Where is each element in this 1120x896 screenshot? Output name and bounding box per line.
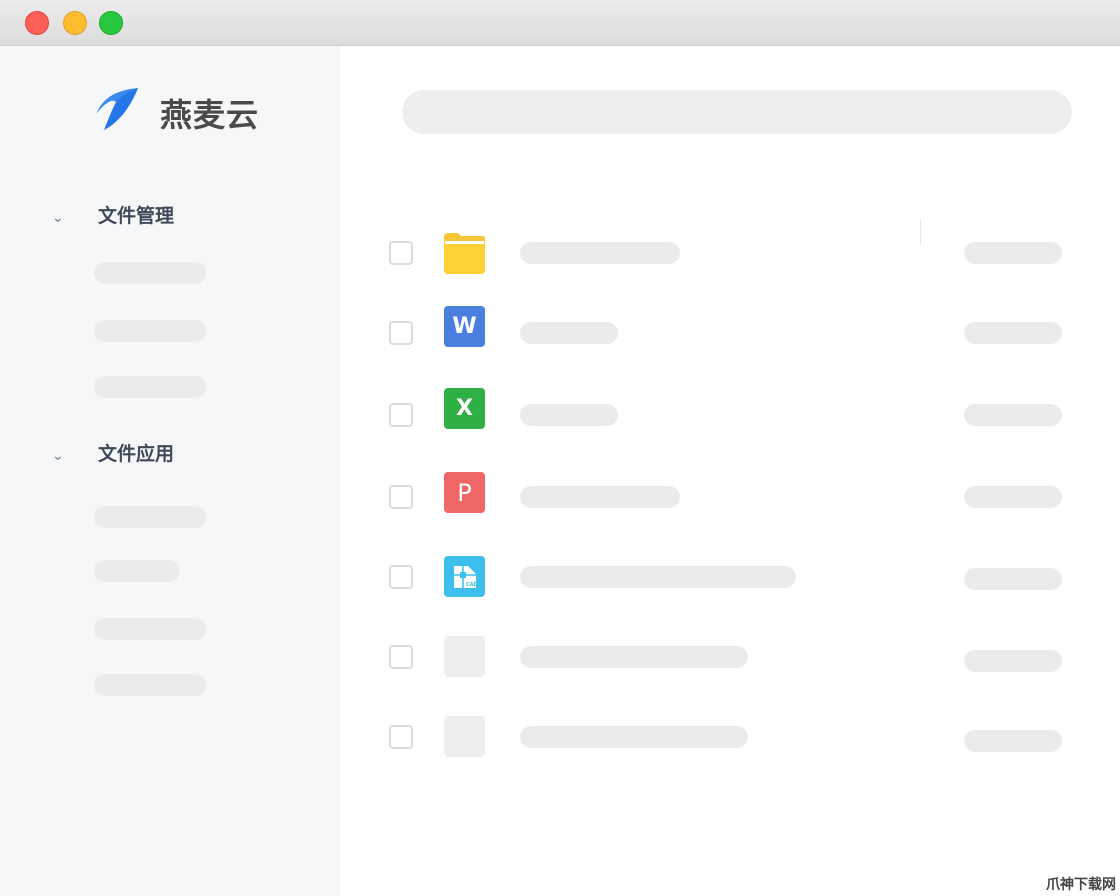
- file-row[interactable]: [388, 716, 1068, 760]
- section-label: 文件应用: [98, 443, 175, 465]
- file-placeholder-icon: [444, 636, 485, 677]
- file-name: [520, 646, 748, 668]
- minimize-button[interactable]: [63, 11, 87, 35]
- row-checkbox[interactable]: [389, 485, 413, 509]
- file-row[interactable]: W: [388, 306, 1068, 350]
- row-checkbox[interactable]: [389, 645, 413, 669]
- powerpoint-icon: P: [444, 472, 485, 513]
- maximize-button[interactable]: [99, 11, 123, 35]
- folder-icon: [444, 233, 485, 274]
- search-input[interactable]: [402, 90, 1072, 134]
- chevron-down-icon: ⌄: [52, 448, 64, 464]
- file-placeholder-icon: [444, 716, 485, 757]
- sidebar-item[interactable]: [94, 506, 206, 528]
- word-icon: W: [444, 306, 485, 347]
- svg-text:CAD: CAD: [466, 582, 478, 588]
- file-name: [520, 486, 680, 508]
- cad-icon: CAD: [444, 556, 485, 597]
- section-label: 文件管理: [98, 205, 175, 227]
- chevron-down-icon: ⌄: [52, 210, 64, 226]
- file-meta: [964, 650, 1062, 672]
- file-row[interactable]: [388, 636, 1068, 680]
- logo-icon: [96, 88, 138, 130]
- sidebar-item[interactable]: [94, 560, 180, 582]
- file-row[interactable]: X: [388, 388, 1068, 432]
- sidebar: [0, 46, 340, 896]
- row-checkbox[interactable]: [389, 565, 413, 589]
- row-checkbox[interactable]: [389, 321, 413, 345]
- watermark: 爪神下载网: [1046, 877, 1116, 893]
- sidebar-item[interactable]: [94, 376, 206, 398]
- file-meta: [964, 730, 1062, 752]
- file-name: [520, 566, 796, 588]
- sidebar-item[interactable]: [94, 618, 206, 640]
- excel-icon: X: [444, 388, 485, 429]
- sidebar-item[interactable]: [94, 320, 206, 342]
- section-file-apps[interactable]: ⌄ 文件应用: [52, 439, 174, 466]
- file-name: [520, 404, 618, 426]
- file-row[interactable]: [388, 233, 1068, 277]
- section-file-management[interactable]: ⌄ 文件管理: [52, 201, 174, 228]
- close-button[interactable]: [25, 11, 49, 35]
- row-checkbox[interactable]: [389, 725, 413, 749]
- file-row[interactable]: P: [388, 472, 1068, 516]
- file-meta: [964, 322, 1062, 344]
- file-meta: [964, 404, 1062, 426]
- file-meta: [964, 242, 1062, 264]
- file-row[interactable]: CAD: [388, 556, 1068, 600]
- brand-name: 燕麦云: [160, 96, 260, 134]
- file-meta: [964, 486, 1062, 508]
- file-name: [520, 322, 618, 344]
- row-checkbox[interactable]: [389, 241, 413, 265]
- sidebar-item[interactable]: [94, 674, 206, 696]
- file-name: [520, 726, 748, 748]
- file-meta: [964, 568, 1062, 590]
- file-name: [520, 242, 680, 264]
- sidebar-item[interactable]: [94, 262, 206, 284]
- row-checkbox[interactable]: [389, 403, 413, 427]
- title-bar: [0, 0, 1120, 46]
